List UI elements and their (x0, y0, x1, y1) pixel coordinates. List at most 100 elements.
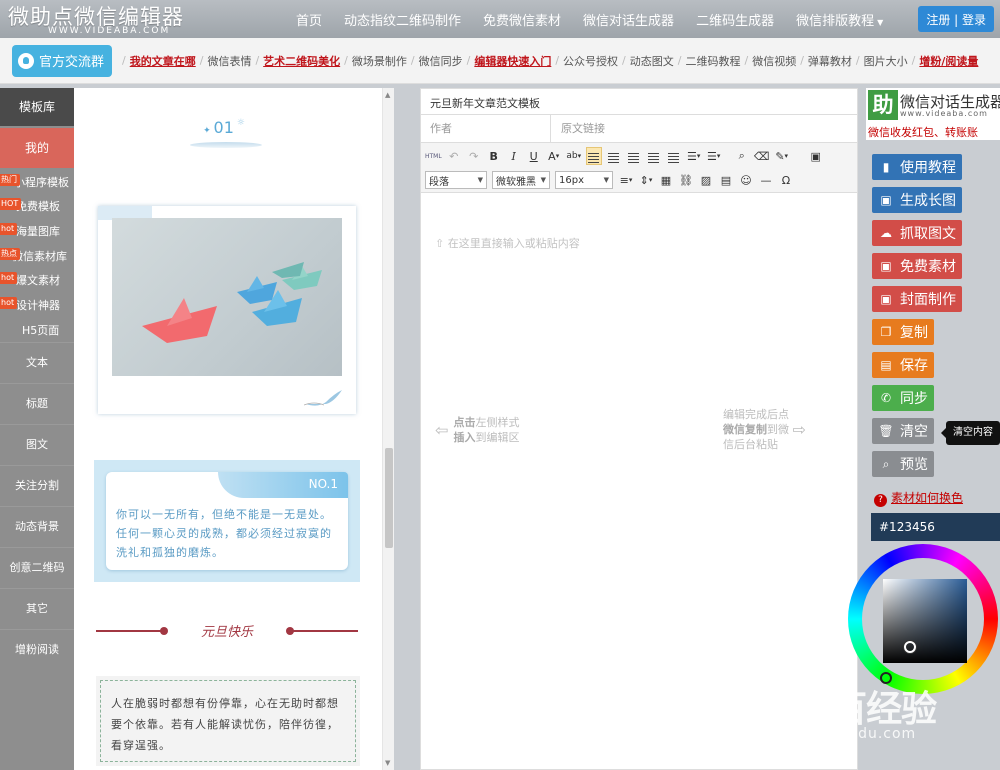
nav-tutorials[interactable]: 微信排版教程 ▼ (796, 10, 883, 29)
template-dashed-card[interactable]: 人在脆弱时都想有份停靠，心在无助时都想要个依靠。若有人能解读忧伤，陪伴彷徨，看穿… (96, 676, 360, 766)
sidebar-item-design-tools[interactable]: hot 设计神器 (0, 297, 60, 313)
nav-home[interactable]: 首页 (296, 10, 322, 29)
format-painter-icon[interactable]: ✎ ▾ (774, 147, 790, 165)
unordered-list-icon[interactable]: ☰ ▾ (686, 147, 702, 165)
ordered-list-icon[interactable]: ☰ ▾ (706, 147, 722, 165)
link-quick-start[interactable]: 编辑器快速入门 (474, 53, 551, 69)
underline-button[interactable]: U (526, 147, 542, 165)
link-art-qrcode[interactable]: 艺术二维码美化 (263, 53, 340, 69)
sidebar-item-viral-materials[interactable]: hot 爆文素材 (0, 272, 60, 288)
nav-dynamic-qrcode[interactable]: 动态指纹二维码制作 (344, 10, 461, 29)
sidebar-mine[interactable]: 我的 (0, 128, 74, 168)
tutorial-button[interactable]: ▮ 使用教程 (872, 154, 962, 180)
article-title-input[interactable]: 元旦新年文章范文模板 (421, 89, 857, 115)
sidebar-cat-creative-qrcode[interactable]: 创意二维码 (0, 547, 74, 587)
image-icon[interactable]: ▨ (698, 171, 714, 189)
link-micro-scene[interactable]: 微场景制作 (352, 53, 407, 69)
find-icon[interactable]: ⌕ (734, 147, 750, 165)
font-family-select[interactable]: 微软雅黑 ▼ (492, 171, 550, 189)
nav-qrcode-generator[interactable]: 二维码生成器 (696, 10, 774, 29)
free-materials-button[interactable]: ▣ 免费素材 (872, 253, 962, 279)
template-divider-new-year[interactable]: 元旦快乐 (96, 625, 358, 640)
html-source-button[interactable]: HTML (425, 147, 442, 165)
login-button[interactable]: 注册 | 登录 (918, 6, 994, 32)
link-emoji[interactable]: 微信表情 (207, 53, 251, 69)
source-link-input[interactable]: 原文链接 (552, 115, 857, 143)
font-size-select[interactable]: 16px ▼ (555, 171, 613, 189)
sidebar-item-h5[interactable]: H5页面 (22, 322, 59, 338)
template-scrollbar[interactable]: ▲ ▼ (382, 88, 394, 770)
align-left-icon[interactable] (585, 147, 602, 165)
sidebar-cat-other[interactable]: 其它 (0, 588, 74, 628)
wave-decoration (190, 142, 262, 148)
horizontal-rule-icon[interactable]: — (758, 171, 774, 189)
top-navbar: 微助点微信编辑器 WWW.VIDEABA.COM 首页 动态指纹二维码制作 免费… (0, 0, 1000, 38)
link-qrcode-tutorial[interactable]: 二维码教程 (685, 53, 740, 69)
sidebar-cat-grow-reading[interactable]: 增粉阅读 (0, 629, 74, 669)
preview-button[interactable]: ⌕ 预览 (872, 451, 934, 477)
link-icon[interactable]: ⛓ (678, 171, 694, 189)
font-color-button[interactable]: A ▾ (546, 147, 562, 165)
link-danmaku[interactable]: 弹幕教材 (808, 53, 852, 69)
scroll-down-icon[interactable]: ▼ (385, 759, 390, 767)
official-group-button[interactable]: 官方交流群 (12, 44, 113, 77)
nav-chat-generator[interactable]: 微信对话生成器 (583, 10, 674, 29)
bold-button[interactable]: B (486, 147, 502, 165)
chat-generator-ad[interactable]: 助 微信对话生成器 www.videaba.com 微信收发红包、转账账 (866, 88, 1000, 140)
brand-logo[interactable]: 微助点微信编辑器 WWW.VIDEABA.COM (8, 1, 184, 36)
italic-button[interactable]: I (506, 147, 522, 165)
eraser-icon[interactable]: ⌫ (754, 147, 770, 165)
fetch-article-button[interactable]: ☁ 抓取图文 (872, 220, 962, 246)
sidebar-item-miniprogram[interactable]: 热门 小程序模板 (0, 174, 69, 190)
color-hex-input[interactable]: #123456 (871, 513, 1000, 541)
link-my-articles[interactable]: 我的文章在哪 (130, 53, 196, 69)
paragraph-spacing-icon[interactable]: ⇕ ▾ (638, 171, 654, 189)
align-justify-icon[interactable] (646, 147, 662, 165)
cover-maker-button[interactable]: ▣ 封面制作 (872, 286, 962, 312)
nav-free-materials[interactable]: 免费微信素材 (483, 10, 561, 29)
redo-icon[interactable]: ↷ (466, 147, 482, 165)
template-photo-card[interactable] (98, 206, 356, 414)
link-grow-fans[interactable]: 增粉/阅读量 (919, 53, 978, 69)
special-char-icon[interactable]: Ω (778, 171, 794, 189)
undo-icon[interactable]: ↶ (446, 147, 462, 165)
table-icon[interactable]: ▦ (658, 171, 674, 189)
copy-button[interactable]: ❐ 复制 (872, 319, 934, 345)
line-height-icon[interactable]: ≡ ▾ (618, 171, 634, 189)
align-center-icon[interactable] (606, 147, 622, 165)
sidebar-item-free-templates[interactable]: HOT 免费模板 (0, 198, 60, 214)
indent-icon[interactable] (666, 147, 682, 165)
sidebar-cat-image-text[interactable]: 图文 (0, 424, 74, 464)
link-wechat-video[interactable]: 微信视频 (752, 53, 796, 69)
video-icon[interactable]: ▤ (718, 171, 734, 189)
color-wheel[interactable] (848, 544, 998, 694)
link-dynamic-article[interactable]: 动态图文 (630, 53, 674, 69)
align-right-icon[interactable] (626, 147, 642, 165)
sidebar-cat-follow-divider[interactable]: 关注分割 (0, 465, 74, 505)
saturation-value-square[interactable] (883, 579, 967, 663)
sidebar-item-wechat-materials[interactable]: 热点 微信素材库 (0, 248, 67, 264)
link-image-size[interactable]: 图片大小 (864, 53, 908, 69)
link-wechat-sync[interactable]: 微信同步 (419, 53, 463, 69)
sidebar-cat-dynamic-bg[interactable]: 动态背景 (0, 506, 74, 546)
sidebar-item-image-library[interactable]: hot 海量图库 (0, 223, 60, 239)
highlight-color-button[interactable]: ab ▾ (566, 147, 582, 165)
sync-button[interactable]: ✆ 同步 (872, 385, 934, 411)
sv-picker-handle[interactable] (904, 641, 916, 653)
author-input[interactable]: 作者 (421, 115, 551, 143)
scroll-up-icon[interactable]: ▲ (385, 91, 390, 99)
sidebar-cat-title[interactable]: 标题 (0, 383, 74, 423)
paragraph-select[interactable]: 段落 ▼ (425, 171, 487, 189)
recolor-help-link[interactable]: ? 素材如何换色 (874, 489, 963, 507)
clear-button[interactable]: 🗑 清空 (872, 418, 934, 444)
fullscreen-icon[interactable]: ▣ (808, 147, 824, 165)
editor-placeholder[interactable]: ⇧ 在这里直接输入或粘贴内容 (435, 235, 580, 251)
sidebar-cat-text[interactable]: 文本 (0, 342, 74, 382)
scroll-thumb[interactable] (385, 448, 393, 548)
link-account-auth[interactable]: 公众号授权 (563, 53, 618, 69)
template-note-card[interactable]: NO.1 你可以一无所有，但绝不能是一无是处。任何一颗心灵的成熟，都必须经过寂寞… (94, 460, 360, 582)
long-image-button[interactable]: ▣ 生成长图 (872, 187, 962, 213)
sidebar-template-library[interactable]: 模板库 (0, 88, 74, 126)
save-button[interactable]: ▤ 保存 (872, 352, 934, 378)
emoji-icon[interactable]: ☺ (738, 171, 754, 189)
